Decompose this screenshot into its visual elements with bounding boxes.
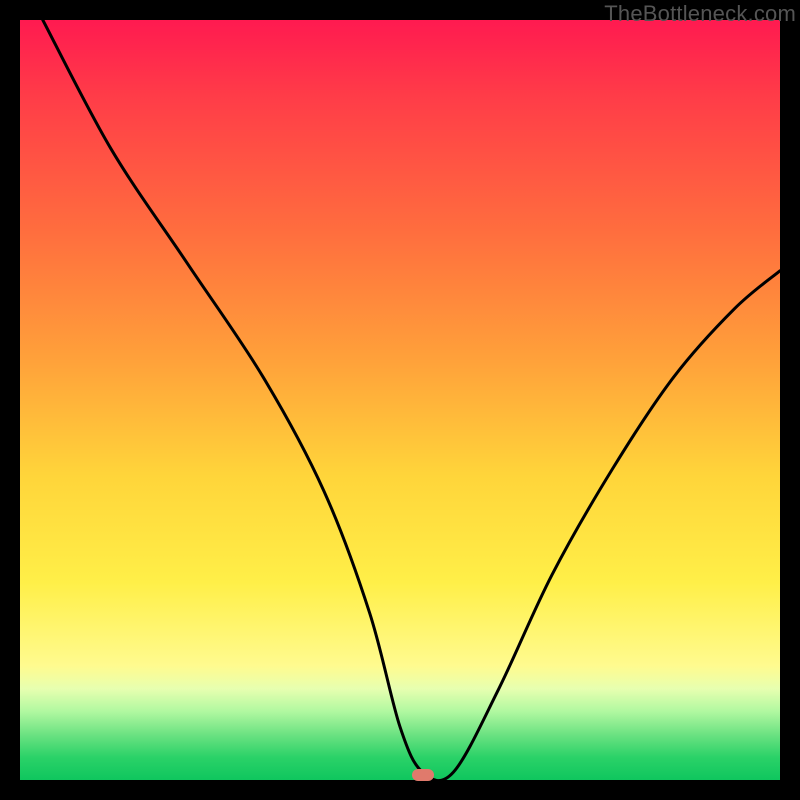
bottleneck-curve-path xyxy=(43,20,780,780)
optimal-point-marker xyxy=(412,769,434,781)
plot-area xyxy=(20,20,780,780)
curve-layer xyxy=(20,20,780,780)
watermark-text: TheBottleneck.com xyxy=(604,1,796,27)
chart-stage: TheBottleneck.com xyxy=(0,0,800,800)
